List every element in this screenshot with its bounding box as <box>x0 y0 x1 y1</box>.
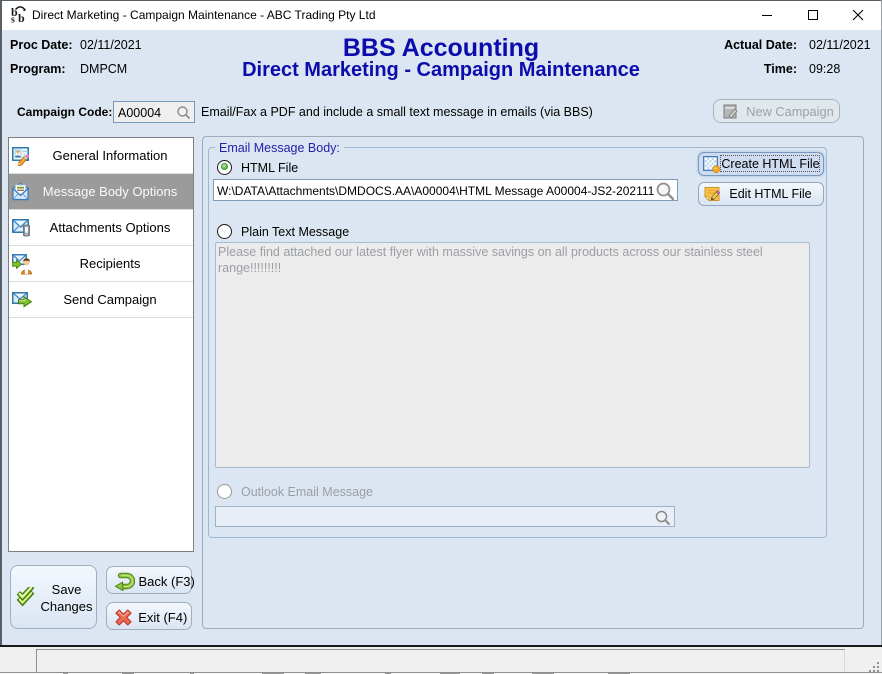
svg-text:b: b <box>18 11 25 23</box>
svg-text:s: s <box>11 15 15 24</box>
